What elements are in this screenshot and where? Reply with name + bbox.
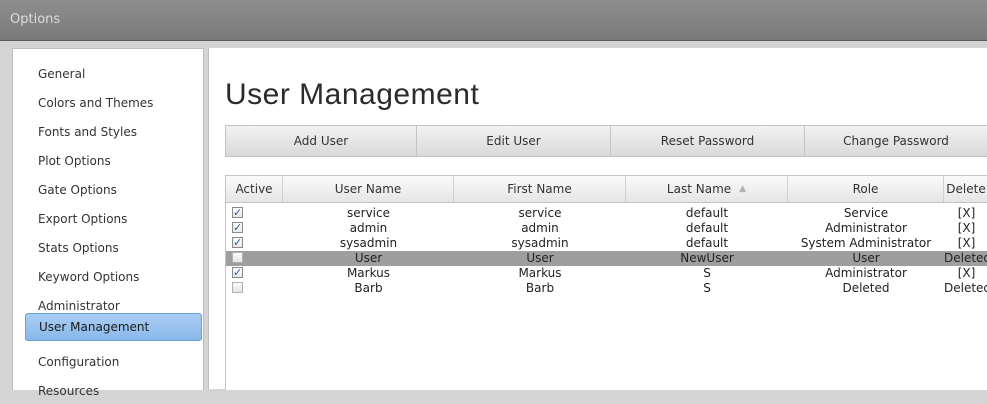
sidebar-item-colors-and-themes[interactable]: Colors and Themes [25, 90, 199, 116]
column-header-user-name[interactable]: User Name [283, 176, 454, 202]
table-header: Active User Name First Name Last Name ▲ Role D… [226, 176, 987, 203]
cell-role: Deleted [842, 281, 890, 295]
column-header-label: Delete [946, 182, 986, 196]
cell-user-name: sysadmin [339, 236, 398, 250]
table-row[interactable]: ✓ service service default Service [X] [226, 206, 987, 221]
cell-last-name: default [685, 221, 729, 235]
column-header-label: First Name [507, 182, 572, 196]
add-user-button[interactable]: Add User [225, 125, 417, 157]
active-checkbox-checked[interactable]: ✓ [232, 207, 243, 218]
main-panel: User Management Add User Edit User Reset… [208, 48, 987, 390]
sidebar-item-keyword-options[interactable]: Keyword Options [25, 264, 199, 290]
column-header-last-name[interactable]: Last Name ▲ [626, 176, 788, 202]
cell-role: User [852, 251, 880, 265]
options-sidebar: General Colors and Themes Fonts and Styles… [12, 48, 204, 398]
column-header-active[interactable]: Active [226, 176, 283, 202]
table-row[interactable]: Barb Barb S Deleted Deleted [226, 281, 987, 296]
table-row[interactable]: ✓ Markus Markus S Administrator [X] [226, 266, 987, 281]
active-checkbox-unchecked[interactable] [232, 282, 243, 293]
sidebar-item-fonts-and-styles[interactable]: Fonts and Styles [25, 119, 199, 145]
table-row[interactable]: ✓ admin admin default Administrator [X] [226, 221, 987, 236]
sidebar-item-stats-options[interactable]: Stats Options [25, 235, 199, 261]
cell-last-name: NewUser [680, 251, 734, 265]
cell-first-name: service [518, 206, 562, 220]
column-header-label: Active [235, 182, 273, 196]
active-checkbox-checked[interactable]: ✓ [232, 237, 243, 248]
column-header-label: Last Name [666, 182, 732, 196]
cell-last-name: S [703, 281, 711, 295]
cell-delete[interactable]: [X] [944, 236, 987, 251]
cell-role: Service [843, 206, 889, 220]
cell-role: Administrator [825, 221, 907, 235]
reset-password-button[interactable]: Reset Password [611, 125, 805, 157]
column-header-delete[interactable]: Delete [944, 176, 987, 202]
cell-delete[interactable]: Deleted [944, 281, 987, 296]
column-header-label: Role [852, 182, 879, 196]
cell-last-name: S [703, 266, 711, 280]
table-row[interactable]: ✓ sysadmin sysadmin default System Administr… [226, 236, 987, 251]
active-checkbox-unchecked[interactable] [232, 252, 243, 263]
cell-role: System Administrator [800, 236, 932, 250]
page-title: User Management [225, 78, 480, 111]
table-row[interactable]: User User NewUser User Deleted [226, 251, 987, 266]
sort-ascending-icon: ▲ [739, 184, 747, 194]
sidebar-item-plot-options[interactable]: Plot Options [25, 148, 199, 174]
cell-first-name: Markus [518, 266, 562, 280]
cell-delete[interactable]: [X] [944, 206, 987, 221]
cell-first-name: admin [521, 221, 559, 235]
column-header-label: User Name [334, 182, 402, 196]
cell-delete[interactable]: Deleted [944, 251, 987, 266]
change-password-button[interactable]: Change Password [805, 125, 987, 157]
cell-last-name: default [685, 206, 729, 220]
sidebar-item-export-options[interactable]: Export Options [25, 206, 199, 232]
active-checkbox-checked[interactable]: ✓ [232, 267, 243, 278]
sidebar-item-user-management[interactable]: User Management [25, 313, 202, 341]
users-table: Active User Name First Name Last Name ▲ Role D… [225, 175, 987, 390]
sidebar-item-gate-options[interactable]: Gate Options [25, 177, 199, 203]
cell-last-name: default [685, 236, 729, 250]
cell-delete[interactable]: [X] [944, 221, 987, 236]
cell-user-name: service [347, 206, 390, 220]
cell-user-name: Barb [354, 281, 383, 295]
column-header-role[interactable]: Role [788, 176, 944, 202]
column-header-first-name[interactable]: First Name [454, 176, 626, 202]
active-checkbox-checked[interactable]: ✓ [232, 222, 243, 233]
sidebar-item-configuration[interactable]: Configuration [25, 349, 199, 375]
edit-user-button[interactable]: Edit User [417, 125, 611, 157]
window-title: Options [10, 12, 61, 27]
cell-user-name: User [354, 251, 383, 265]
cell-first-name: User [526, 251, 554, 265]
sidebar-item-general[interactable]: General [25, 61, 199, 87]
toolbar: Add User Edit User Reset Password Change… [225, 125, 987, 157]
sidebar-item-resources[interactable]: Resources [25, 378, 199, 404]
cell-first-name: Barb [525, 281, 555, 295]
cell-first-name: sysadmin [511, 236, 569, 250]
window-title-bar: Options [0, 0, 987, 41]
cell-delete[interactable]: [X] [944, 266, 987, 281]
cell-user-name: Markus [346, 266, 391, 280]
cell-role: Administrator [825, 266, 907, 280]
cell-user-name: admin [349, 221, 388, 235]
